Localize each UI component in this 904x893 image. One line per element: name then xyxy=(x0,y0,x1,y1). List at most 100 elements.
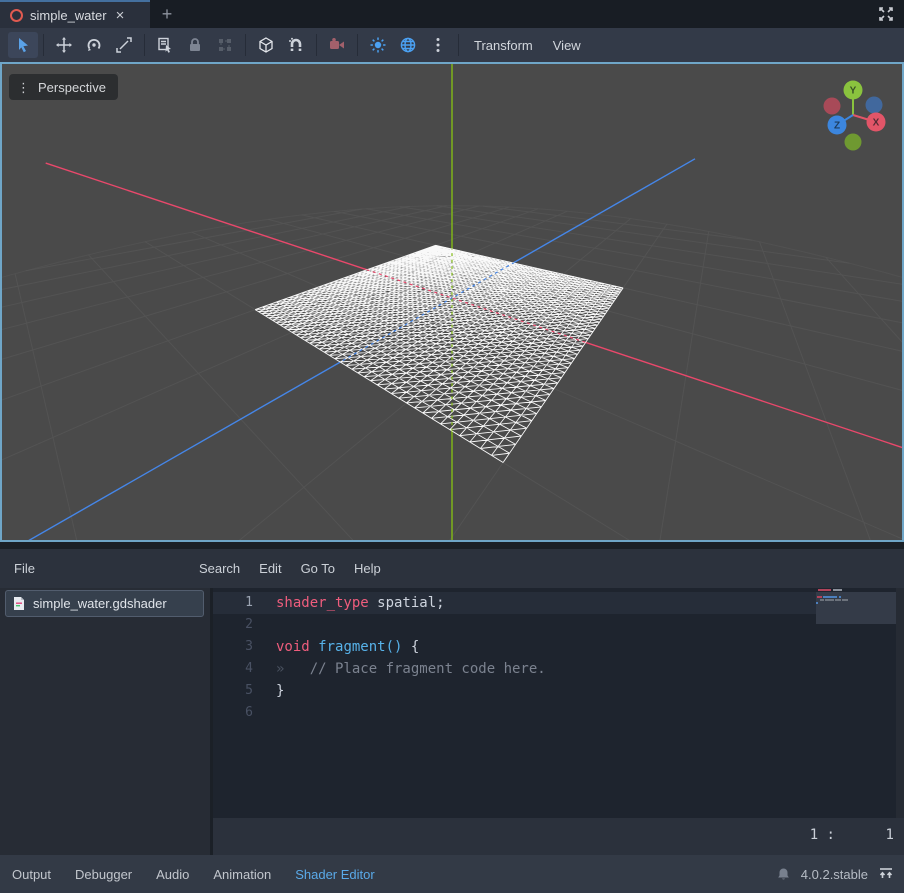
shader-file-icon xyxy=(12,596,26,611)
line-source: void fragment() { xyxy=(253,636,419,658)
goto-menu[interactable]: Go To xyxy=(299,561,337,576)
rotate-tool-button[interactable] xyxy=(79,32,109,58)
file-item-simple-water-gdshader[interactable]: simple_water.gdshader xyxy=(5,590,204,617)
spatial-toolbar: Transform View xyxy=(0,28,904,62)
preview-camera-button[interactable] xyxy=(322,32,352,58)
cursor-position: 1 : 1 xyxy=(810,827,894,843)
rotate-icon xyxy=(85,36,103,54)
scale-icon xyxy=(115,36,133,54)
svg-text:X: X xyxy=(873,118,880,129)
viewport-3d[interactable]: Y X Z ⋮ Perspective xyxy=(0,62,904,542)
svg-text:Y: Y xyxy=(850,86,857,97)
bottom-tab-output[interactable]: Output xyxy=(12,867,51,882)
toolbar-separator xyxy=(316,34,317,56)
transform-menu[interactable]: Transform xyxy=(464,32,543,58)
shader-editor-menubar: File Search Edit Go To Help xyxy=(0,549,904,588)
file-item-label: simple_water.gdshader xyxy=(33,596,167,611)
line-source: » // Place fragment code here. xyxy=(253,658,546,680)
minimap-code-bar xyxy=(823,596,837,598)
code-line-3[interactable]: 3void fragment() { xyxy=(213,636,904,658)
gizmo-axis-ball xyxy=(824,98,841,115)
code-line-5[interactable]: 5} xyxy=(213,680,904,702)
bottom-tab-debugger[interactable]: Debugger xyxy=(75,867,132,882)
minimap-code-bar xyxy=(817,596,822,598)
code-line-2[interactable]: 2 xyxy=(213,614,904,636)
shader-code-editor[interactable]: 1shader_type spatial;23void fragment() {… xyxy=(213,588,904,818)
search-menu[interactable]: Search xyxy=(197,561,242,576)
bottom-tab-animation[interactable]: Animation xyxy=(213,867,271,882)
line-number: 5 xyxy=(213,680,253,702)
gizmo-axis-ball xyxy=(845,134,862,151)
expand-bottom-panel-icon[interactable] xyxy=(878,867,894,881)
notification-bell-icon[interactable] xyxy=(776,867,791,882)
code-line-6[interactable]: 6 xyxy=(213,702,904,724)
help-menu[interactable]: Help xyxy=(352,561,383,576)
file-menu[interactable]: File xyxy=(12,561,37,576)
plane-mesh-wireframe xyxy=(255,245,623,462)
editor-status-row: 1 : 1 xyxy=(213,818,904,855)
shader-resource-icon xyxy=(10,9,23,22)
minimap-code-bar xyxy=(842,599,848,601)
line-number: 3 xyxy=(213,636,253,658)
perspective-menu-button[interactable]: ⋮ Perspective xyxy=(9,74,118,100)
x-axis-line xyxy=(46,163,904,542)
line-number: 4 xyxy=(213,658,253,680)
line-number: 1 xyxy=(213,592,253,614)
edit-menu[interactable]: Edit xyxy=(257,561,283,576)
toolbar-separator xyxy=(144,34,145,56)
scale-tool-button[interactable] xyxy=(109,32,139,58)
list-select-tool-button[interactable] xyxy=(150,32,180,58)
axis-gizmo[interactable]: Y X Z xyxy=(824,81,886,151)
expand-window-icon[interactable] xyxy=(876,4,896,24)
line-number: 2 xyxy=(213,614,253,636)
line-source xyxy=(253,702,276,724)
version-label: 4.0.2.stable xyxy=(801,867,868,882)
scene-3d-render: Y X Z xyxy=(0,62,904,542)
code-lines: 1shader_type spatial;23void fragment() {… xyxy=(213,588,904,724)
scene-tab-bar: simple_water × + xyxy=(0,0,904,28)
move-icon xyxy=(55,36,73,54)
code-scrollbar[interactable] xyxy=(896,588,904,818)
shader-file-list[interactable]: simple_water.gdshader xyxy=(0,588,210,855)
code-line-4[interactable]: 4» // Place fragment code here. xyxy=(213,658,904,680)
minimap-code-bar xyxy=(816,602,818,604)
move-tool-button[interactable] xyxy=(49,32,79,58)
bottom-tab-audio[interactable]: Audio xyxy=(156,867,189,882)
bottom-panel-bar: Output Debugger Audio Animation Shader E… xyxy=(0,855,904,893)
bottom-bar-right: 4.0.2.stable xyxy=(776,867,904,882)
snap-toggle-button[interactable] xyxy=(281,32,311,58)
group-selected-button[interactable] xyxy=(210,32,240,58)
line-source xyxy=(253,614,276,636)
ruler-mode-button[interactable] xyxy=(251,32,281,58)
gizmo-axis-ball xyxy=(866,97,883,114)
preview-environment-button[interactable] xyxy=(393,32,423,58)
toolbar-separator xyxy=(458,34,459,56)
view-options-menu-button[interactable] xyxy=(423,32,453,58)
select-tool-button[interactable] xyxy=(8,32,38,58)
select-arrow-icon xyxy=(14,36,32,54)
toolbar-separator xyxy=(43,34,44,56)
toolbar-separator xyxy=(245,34,246,56)
tab-simple-water[interactable]: simple_water × xyxy=(0,0,150,28)
toolbar-separator xyxy=(357,34,358,56)
line-number: 6 xyxy=(213,702,253,724)
kebab-menu-icon: ⋮ xyxy=(17,81,30,94)
code-minimap[interactable] xyxy=(816,588,897,633)
minimap-code-bar xyxy=(833,589,842,591)
lock-selected-button[interactable] xyxy=(180,32,210,58)
perspective-label: Perspective xyxy=(38,80,106,95)
tab-close-icon[interactable]: × xyxy=(114,8,127,23)
godot-editor-window: simple_water × + xyxy=(0,0,904,893)
minimap-code-bar xyxy=(818,589,831,591)
view-menu[interactable]: View xyxy=(543,32,591,58)
preview-sunlight-button[interactable] xyxy=(363,32,393,58)
svg-text:Z: Z xyxy=(834,121,840,132)
minimap-code-bar xyxy=(825,599,834,601)
line-source: shader_type spatial; xyxy=(253,592,445,614)
tab-label: simple_water xyxy=(30,8,107,23)
bottom-tab-shader-editor[interactable]: Shader Editor xyxy=(295,867,375,882)
minimap-code-bar xyxy=(839,596,841,598)
line-source: } xyxy=(253,680,284,702)
new-tab-button[interactable]: + xyxy=(150,0,184,28)
code-line-1[interactable]: 1shader_type spatial; xyxy=(213,592,904,614)
